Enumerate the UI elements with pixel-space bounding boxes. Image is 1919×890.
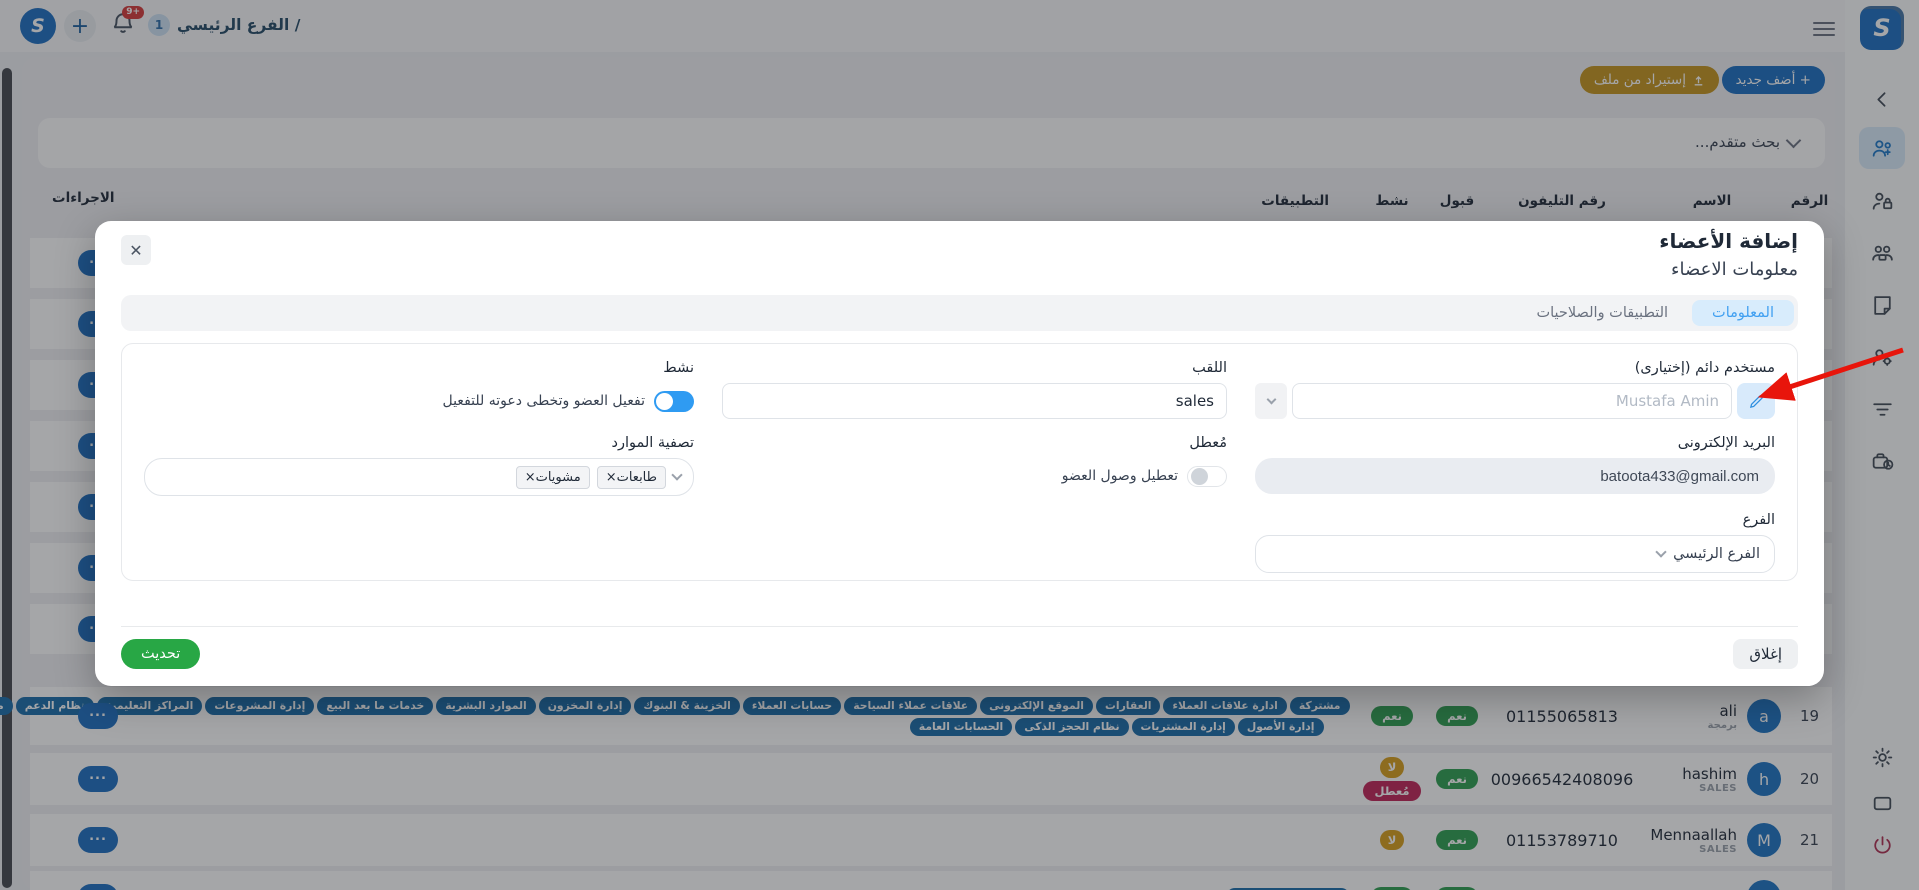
field-resource-filter: تصفية الموارد طابعات× مشويات×: [144, 435, 694, 496]
field-active: نشط تفعيل العضو وتخطى دعوته للتفعيل: [144, 360, 694, 419]
resource-tag-chip[interactable]: مشويات×: [516, 466, 590, 489]
field-permanent-user: مستخدم دائم (إختيارى): [1255, 360, 1775, 419]
close-icon[interactable]: ✕: [121, 235, 151, 265]
title-label: اللقب: [722, 360, 1227, 376]
email-field: [1255, 458, 1775, 494]
chevron-down-icon: [1655, 546, 1666, 557]
field-disabled: مُعطل تعطيل وصول العضو: [722, 435, 1227, 496]
modal-subtitle: معلومات الاعضاء: [1671, 259, 1798, 280]
active-label: نشط: [144, 360, 694, 376]
member-info-form: مستخدم دائم (إختيارى) اللقب نشط تفعيل ال…: [121, 343, 1798, 581]
modal-tabs: المعلومات التطبيقات والصلاحيات: [121, 295, 1798, 331]
resource-filter-multiselect[interactable]: طابعات× مشويات×: [144, 458, 694, 496]
branch-label: الفرع: [1255, 512, 1775, 528]
user-dropdown-button[interactable]: [1255, 383, 1287, 419]
branch-select[interactable]: الفرع الرئيسي: [1255, 535, 1775, 573]
field-email: البريد الإلكترونى: [1255, 435, 1775, 496]
active-toggle[interactable]: [654, 391, 694, 412]
update-button[interactable]: تحديث: [121, 639, 200, 669]
chevron-down-icon: [671, 469, 682, 480]
disable-access-toggle-label: تعطيل وصول العضو: [1062, 468, 1178, 484]
modal-title: إضافة الأعضاء: [1659, 229, 1798, 253]
field-branch: الفرع الفرع الرئيسي: [1255, 512, 1775, 573]
branch-selected-value: الفرع الرئيسي: [1673, 546, 1760, 562]
disable-access-toggle[interactable]: [1187, 466, 1227, 487]
resource-tag-chip[interactable]: طابعات×: [597, 466, 666, 489]
title-input[interactable]: [722, 383, 1227, 419]
annotation-arrow: [1735, 338, 1913, 414]
footer-divider: [121, 626, 1798, 627]
disabled-label: مُعطل: [722, 435, 1227, 451]
permanent-user-input[interactable]: [1292, 383, 1732, 419]
close-button[interactable]: إغلاق: [1733, 639, 1798, 669]
permanent-user-label: مستخدم دائم (إختيارى): [1255, 360, 1775, 376]
field-title: اللقب: [722, 360, 1227, 419]
active-toggle-label: تفعيل العضو وتخطى دعوته للتفعيل: [442, 393, 645, 409]
email-label: البريد الإلكترونى: [1255, 435, 1775, 451]
resource-filter-label: تصفية الموارد: [144, 435, 694, 451]
tab-apps-permissions[interactable]: التطبيقات والصلاحيات: [1516, 300, 1688, 326]
chevron-down-icon: [1266, 394, 1276, 404]
add-members-modal: ✕ إضافة الأعضاء معلومات الاعضاء المعلوما…: [95, 221, 1824, 686]
tab-information[interactable]: المعلومات: [1692, 300, 1794, 326]
resource-filter-tags: طابعات× مشويات×: [516, 466, 666, 489]
